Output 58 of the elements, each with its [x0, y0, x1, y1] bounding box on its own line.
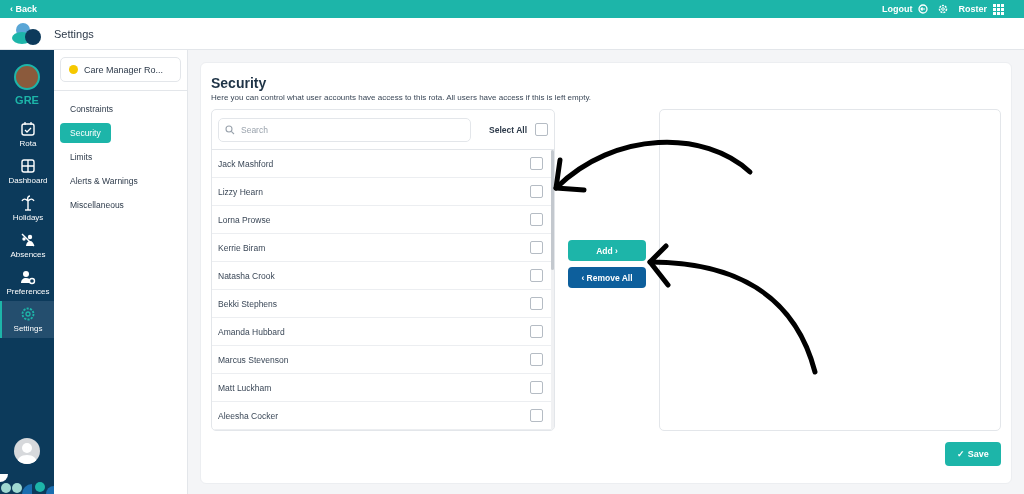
remove-all-button[interactable]: ‹ Remove All: [568, 267, 646, 288]
checkbox[interactable]: [530, 353, 543, 366]
user-name: Kerrie Biram: [218, 242, 266, 253]
checkbox[interactable]: [530, 381, 543, 394]
nav-label: Holidays: [12, 213, 44, 222]
checkbox[interactable]: [530, 157, 543, 170]
nav-item[interactable]: Dashboard: [0, 153, 54, 190]
checkbox[interactable]: [530, 409, 543, 422]
checkbox[interactable]: [530, 213, 543, 226]
checkbox[interactable]: [535, 123, 548, 136]
nav-item[interactable]: Rota: [0, 116, 54, 153]
section-title: Security: [211, 75, 268, 91]
checkbox[interactable]: [530, 325, 543, 338]
person-crossed-icon: [20, 232, 36, 248]
nav-item[interactable]: Preferences: [0, 264, 54, 301]
scrollbar-thumb[interactable]: [551, 150, 554, 270]
user-name: Matt Luckham: [218, 382, 272, 393]
search-field[interactable]: Search: [218, 117, 472, 142]
checkbox[interactable]: [530, 297, 543, 310]
site-code: GRE: [15, 94, 39, 106]
submenu-item[interactable]: Constraints: [60, 99, 123, 119]
user-name: Aleesha Cocker: [218, 410, 278, 421]
photo-placeholder: [14, 64, 40, 90]
apps-grid-icon[interactable]: [993, 3, 1004, 15]
user-gear-icon: [20, 269, 36, 285]
nav-item[interactable]: Absences: [0, 227, 54, 264]
nav-label: Preferences: [6, 287, 50, 296]
page-title: Settings: [54, 27, 94, 40]
nav-label: Settings: [13, 324, 43, 333]
user-name: Marcus Stevenson: [218, 354, 289, 365]
logo-icon: [12, 21, 42, 46]
nav-item[interactable]: Settings: [0, 301, 54, 338]
rota-dropdown[interactable]: Care Manager Ro...: [60, 57, 181, 82]
palm-tree-icon: [20, 195, 36, 211]
nav-label: Dashboard: [8, 176, 48, 185]
submenu-item[interactable]: Miscellaneous: [60, 195, 134, 215]
checkbox[interactable]: [530, 241, 543, 254]
avatar-icon[interactable]: [14, 438, 40, 464]
checkbox[interactable]: [530, 269, 543, 282]
submenu-item[interactable]: Alerts & Warnings: [60, 171, 148, 191]
user-name: Jack Mashford: [218, 158, 274, 169]
user-name: Natasha Crook: [218, 270, 275, 281]
settings-icon[interactable]: [938, 4, 949, 14]
settings-icon: [20, 306, 36, 322]
user-name: Amanda Hubbard: [218, 326, 285, 337]
select-all-label: Select All: [489, 124, 527, 135]
nav-item[interactable]: Holidays: [0, 190, 54, 227]
grid-icon: [20, 158, 36, 174]
user-name: Lizzy Hearn: [218, 186, 263, 197]
user-name: Lorna Prowse: [218, 214, 271, 225]
nav-label: Absences: [10, 250, 46, 259]
section-description: Here you can control what user accounts have access to this rota. All users have access if this is left empty.: [211, 93, 593, 102]
user-name: Bekki Stephens: [218, 298, 278, 309]
submenu-item[interactable]: Limits: [60, 147, 103, 167]
calendar-icon: [20, 121, 36, 137]
checkbox[interactable]: [530, 185, 543, 198]
nav-label: Rota: [19, 139, 37, 148]
logout-icon[interactable]: [918, 4, 929, 14]
